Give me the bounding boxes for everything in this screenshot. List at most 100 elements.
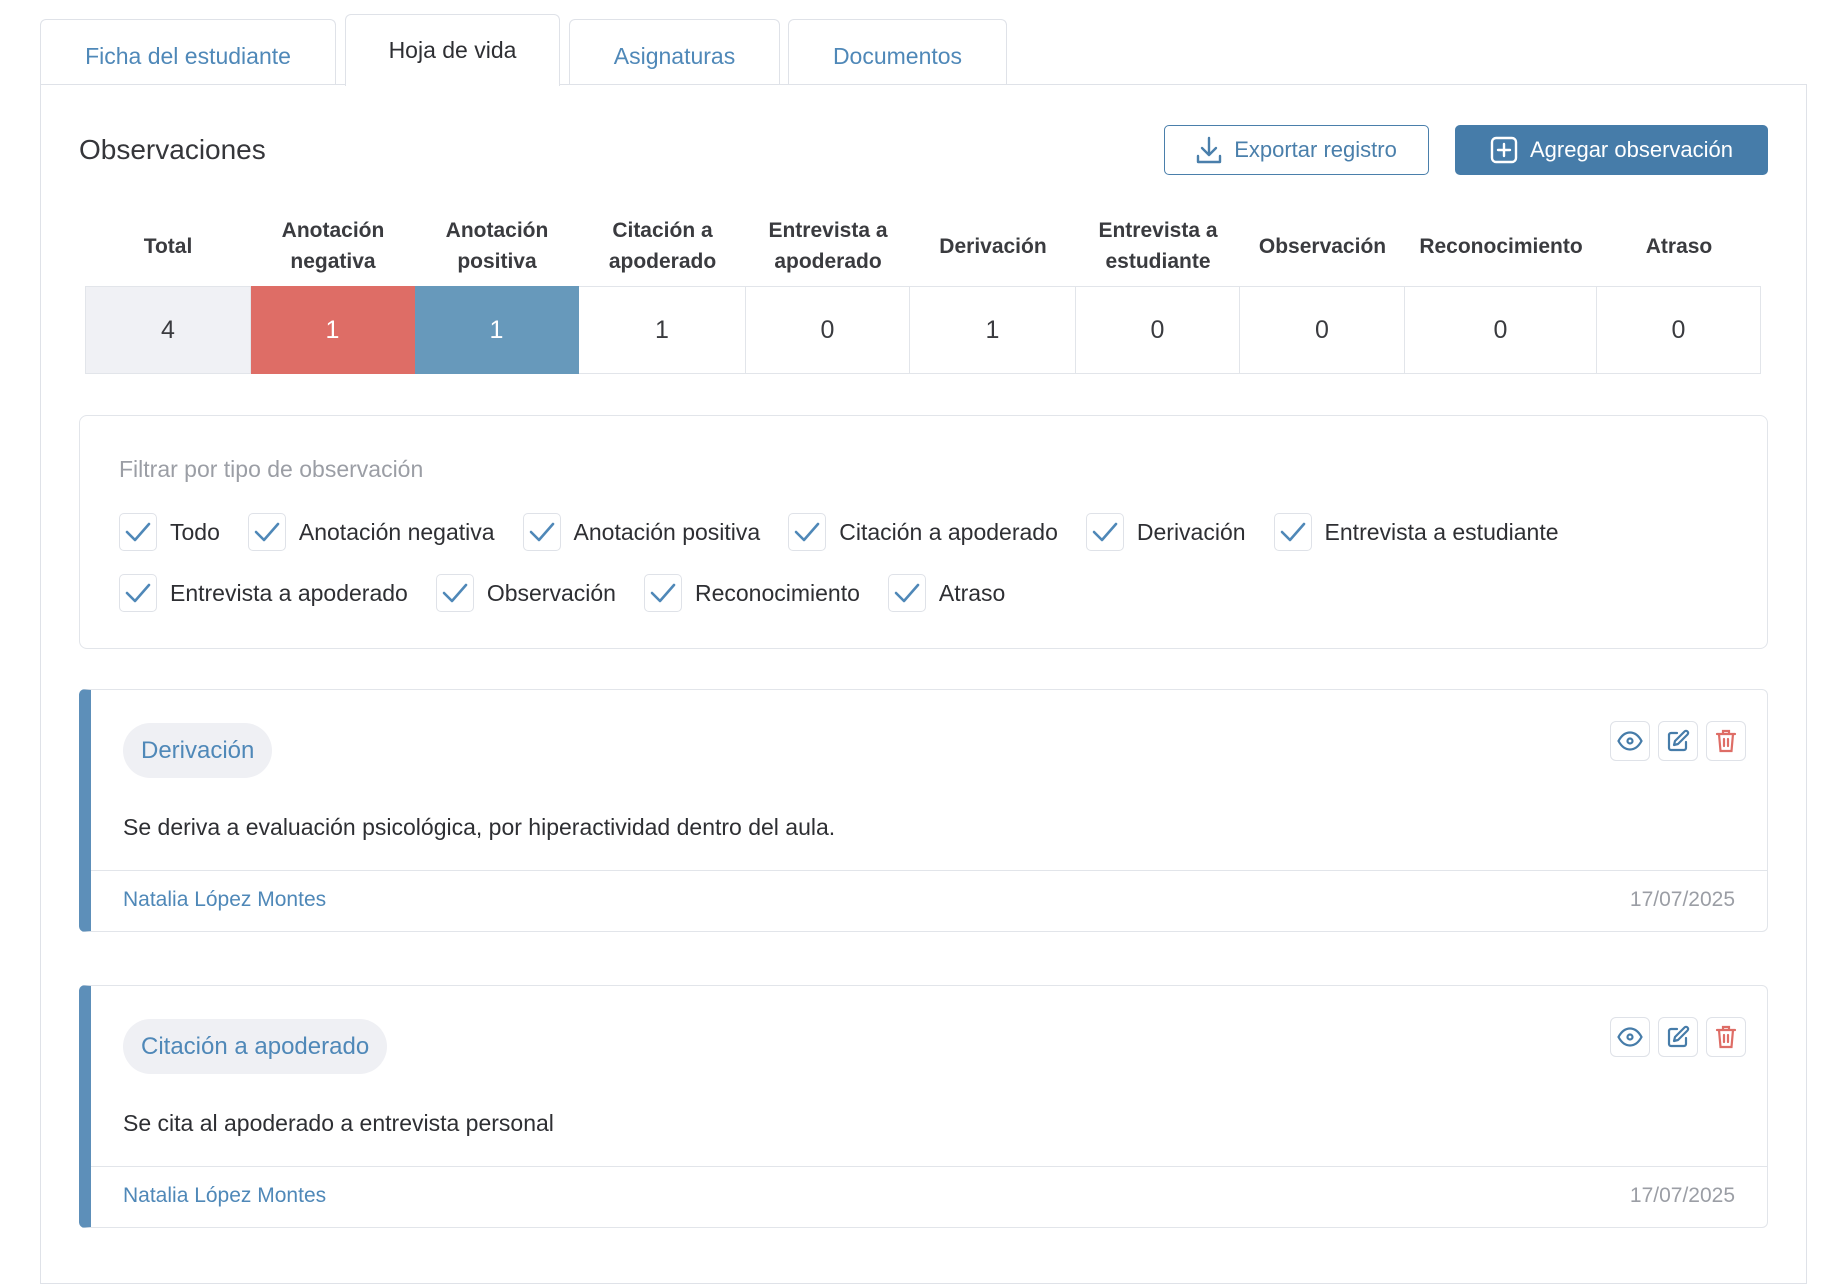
checkbox-label: Reconocimiento bbox=[694, 579, 860, 606]
checkbox-box[interactable] bbox=[119, 574, 157, 612]
add-observation-button[interactable]: Agregar observación bbox=[1455, 125, 1768, 175]
observation-type-badge: Derivación bbox=[123, 723, 273, 778]
stat-column: Anotación positiva 1 bbox=[415, 206, 579, 374]
stat-value: 1 bbox=[910, 286, 1076, 374]
edit-button[interactable] bbox=[1658, 1017, 1698, 1057]
tab-label: Hoja de vida bbox=[388, 37, 517, 63]
filter-checkbox[interactable]: Entrevista a estudiante bbox=[1273, 513, 1559, 551]
stat-column: Derivación 1 bbox=[910, 206, 1076, 374]
plus-square-icon bbox=[1490, 136, 1518, 164]
edit-button[interactable] bbox=[1658, 721, 1698, 761]
stat-header: Atraso bbox=[1645, 234, 1713, 258]
view-button[interactable] bbox=[1610, 1017, 1650, 1057]
edit-icon bbox=[1667, 729, 1690, 752]
export-button[interactable]: Exportar registro bbox=[1164, 125, 1429, 175]
stat-value: 4 bbox=[85, 286, 251, 374]
checkbox-label: Entrevista a estudiante bbox=[1324, 518, 1559, 545]
stat-value: 0 bbox=[1405, 286, 1597, 374]
eye-icon bbox=[1617, 1027, 1643, 1047]
check-icon bbox=[529, 522, 554, 542]
checkbox-label: Observación bbox=[486, 579, 616, 606]
eye-icon bbox=[1617, 731, 1643, 751]
check-icon bbox=[794, 522, 820, 542]
checkbox-box[interactable] bbox=[788, 513, 827, 551]
download-icon bbox=[1196, 136, 1222, 164]
author-link[interactable]: Natalia López Montes bbox=[123, 888, 326, 912]
stat-column: Reconocimiento 0 bbox=[1405, 206, 1597, 374]
observation-text: Se deriva a evaluación psicológica, por … bbox=[123, 814, 836, 840]
filter-checkbox[interactable]: Todo bbox=[119, 513, 220, 551]
author-link[interactable]: Natalia López Montes bbox=[123, 1184, 326, 1208]
stat-value: 0 bbox=[746, 286, 910, 374]
checkbox-label: Todo bbox=[170, 518, 220, 545]
filter-checkbox[interactable]: Citación a apoderado bbox=[788, 513, 1058, 551]
tab-ficha-estudiante[interactable]: Ficha del estudiante bbox=[40, 19, 336, 85]
check-icon bbox=[125, 522, 151, 542]
checkbox-box[interactable] bbox=[247, 513, 286, 551]
stat-column: Entrevista a estudiante 0 bbox=[1076, 206, 1240, 374]
active-tab-gap bbox=[346, 83, 559, 86]
checkbox-box[interactable] bbox=[643, 574, 682, 612]
stat-column: Entrevista a apoderado 0 bbox=[746, 206, 910, 374]
stat-header: Entrevista a estudiante bbox=[1098, 219, 1218, 273]
trash-icon bbox=[1715, 1025, 1737, 1049]
filter-checkbox[interactable]: Reconocimiento bbox=[643, 574, 860, 612]
stat-value: 1 bbox=[251, 286, 415, 374]
check-icon bbox=[254, 522, 280, 542]
checkbox-box[interactable] bbox=[887, 574, 926, 612]
check-icon bbox=[650, 583, 676, 603]
checkbox-label: Atraso bbox=[938, 579, 1006, 606]
delete-button[interactable] bbox=[1706, 1017, 1746, 1057]
stat-value: 0 bbox=[1240, 286, 1405, 374]
filter-checkbox[interactable]: Observación bbox=[435, 574, 616, 612]
filter-checkbox[interactable]: Derivación bbox=[1085, 513, 1246, 551]
checkbox-box[interactable] bbox=[522, 513, 561, 551]
stat-column: Total 4 bbox=[85, 206, 251, 374]
add-label: Agregar observación bbox=[1529, 137, 1733, 162]
observation-date: 17/07/2025 bbox=[1629, 888, 1735, 911]
tab-documentos[interactable]: Documentos bbox=[788, 19, 1007, 85]
check-icon bbox=[894, 583, 920, 603]
checkbox-box[interactable] bbox=[119, 513, 157, 551]
tab-hoja-de-vida[interactable]: Hoja de vida bbox=[345, 14, 560, 86]
filter-checkbox[interactable]: Anotación negativa bbox=[247, 513, 495, 551]
observation-card: Derivación Se deriva a evaluación psicoló… bbox=[79, 689, 1768, 932]
checkbox-box[interactable] bbox=[1273, 513, 1312, 551]
checkbox-box[interactable] bbox=[435, 574, 474, 612]
filter-panel: Filtrar por tipo de observación Todo Anot… bbox=[79, 415, 1768, 649]
tab-label: Ficha del estudiante bbox=[85, 43, 291, 69]
observation-card: Citación a apoderado Se cita al apoderado… bbox=[79, 985, 1768, 1228]
check-icon bbox=[1280, 522, 1305, 542]
divider bbox=[91, 870, 1767, 871]
observation-text: Se cita al apoderado a entrevista person… bbox=[123, 1110, 554, 1136]
filter-checkbox[interactable]: Anotación positiva bbox=[522, 513, 761, 551]
check-icon bbox=[442, 583, 468, 603]
tab-asignaturas[interactable]: Asignaturas bbox=[569, 19, 780, 85]
stat-value: 0 bbox=[1076, 286, 1240, 374]
stat-header: Entrevista a apoderado bbox=[768, 219, 888, 273]
stat-header: Anotación positiva bbox=[445, 219, 549, 273]
stat-value: 1 bbox=[579, 286, 746, 374]
edit-icon bbox=[1667, 1025, 1690, 1048]
delete-button[interactable] bbox=[1706, 721, 1746, 761]
filter-label: Filtrar por tipo de observación bbox=[119, 456, 424, 482]
filter-row: Todo Anotación negativa Anotación positiva… bbox=[119, 513, 1587, 551]
checkbox-box[interactable] bbox=[1085, 513, 1124, 551]
stat-column: Anotación negativa 1 bbox=[251, 206, 415, 374]
checkbox-label: Anotación positiva bbox=[573, 518, 761, 545]
page-title: Observaciones bbox=[79, 134, 266, 165]
checkbox-label: Entrevista a apoderado bbox=[170, 579, 408, 606]
filter-checkbox[interactable]: Entrevista a apoderado bbox=[119, 574, 408, 612]
view-button[interactable] bbox=[1610, 721, 1650, 761]
observation-type-badge: Citación a apoderado bbox=[123, 1019, 388, 1074]
filter-row: Entrevista a apoderado Observación Reconoc… bbox=[119, 574, 1033, 612]
stat-header: Observación bbox=[1258, 234, 1387, 258]
export-label: Exportar registro bbox=[1234, 137, 1397, 162]
filter-checkbox[interactable]: Atraso bbox=[887, 574, 1006, 612]
stat-header: Anotación negativa bbox=[281, 219, 385, 273]
checkbox-label: Derivación bbox=[1136, 518, 1246, 545]
stat-value: 1 bbox=[415, 286, 579, 374]
stats-table: Total 4 Anotación negativa 1 Anotación posit… bbox=[85, 206, 1761, 374]
checkbox-label: Anotación negativa bbox=[298, 518, 495, 545]
observation-date: 17/07/2025 bbox=[1629, 1184, 1735, 1207]
